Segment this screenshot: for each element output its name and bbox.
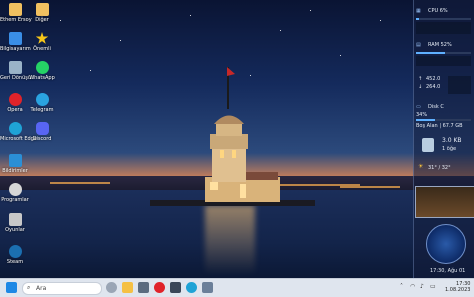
programs-icon — [8, 183, 22, 196]
weather-gadget[interactable]: ☀ 31° / 32° — [416, 162, 473, 184]
taskbar-clock[interactable]: 17:30 1.08.2023 — [445, 281, 470, 293]
disk-icon: ▭ — [416, 104, 421, 110]
upload-arrow-icon: ↑ — [418, 76, 423, 82]
desktop-icon-telegram[interactable]: Telegram — [27, 93, 57, 113]
ram-graph — [416, 56, 471, 66]
wifi-icon[interactable]: ◠ — [410, 283, 415, 290]
gadget-sidebar: ▦ CPU 6% ▤ RAM 52% ↑ 452.0 ↓ 264.0 ▭ Dis… — [413, 0, 474, 278]
folder-icon — [8, 3, 22, 16]
app-icon[interactable] — [138, 282, 149, 293]
folder-icon — [35, 3, 49, 16]
network-gadget[interactable]: ↑ 452.0 ↓ 264.0 — [416, 74, 473, 100]
settings-icon[interactable] — [202, 282, 213, 293]
cpu-usage-bar — [416, 18, 471, 20]
desktop-icon-onemli[interactable]: Önemli — [27, 32, 57, 52]
download-arrow-icon: ↓ — [418, 84, 423, 90]
desktop-icon-bilgisayarim[interactable]: Bilgisayarım — [0, 32, 31, 52]
recycle-bin-icon — [422, 138, 434, 152]
opera-icon — [8, 93, 22, 106]
desktop-icon-oyunlar[interactable]: Oyunlar — [0, 213, 30, 233]
desktop-icon-whatsapp[interactable]: WhatsApp — [27, 61, 57, 81]
slideshow-gadget[interactable] — [415, 186, 474, 218]
steam-icon — [8, 245, 22, 258]
desktop-icon-opera[interactable]: Opera — [0, 93, 30, 113]
desktop-icon-steam[interactable]: Steam — [0, 245, 30, 265]
opera-icon[interactable] — [154, 282, 165, 293]
recycle-bin-icon — [8, 61, 22, 74]
ram-gadget[interactable]: ▤ RAM 52% — [416, 42, 473, 68]
sun-icon: ☀ — [418, 163, 424, 170]
maiden-tower — [150, 67, 315, 206]
battery-icon[interactable]: ▭ — [430, 283, 436, 290]
show-hidden-icons-chevron-icon[interactable]: ˄ — [400, 283, 403, 290]
discord-icon — [35, 122, 49, 135]
desktop-icon-geri-donusum[interactable]: Geri Dönüşü... — [0, 61, 36, 81]
file-explorer-icon[interactable] — [122, 282, 133, 293]
cpu-graph — [416, 22, 471, 34]
desktop-icon-discord[interactable]: Discord — [27, 122, 57, 142]
edge-icon[interactable] — [186, 282, 197, 293]
app-icon[interactable] — [170, 282, 181, 293]
desktop-icon-programlar[interactable]: Programlar — [0, 183, 30, 203]
desktop-wallpaper — [0, 0, 474, 278]
telegram-icon — [35, 93, 49, 106]
desktop-icon-microsoft-edge[interactable]: Microsoft Edge — [0, 122, 37, 142]
search-icon: ⌕ — [27, 284, 31, 291]
search-box[interactable]: ⌕ Ara — [22, 282, 102, 295]
disk-usage-bar — [416, 119, 471, 121]
taskbar: ⌕ Ara ˄ ◠ ♪ ▭ 17:30 1.08.2023 — [0, 278, 474, 297]
cpu-gadget[interactable]: ▦ CPU 6% — [416, 8, 473, 36]
cpu-usage-fill — [416, 18, 420, 20]
recycle-bin-gadget[interactable]: 3.0 KB 1 öğe — [416, 136, 473, 158]
desktop-icon-diger[interactable]: Diğer — [27, 3, 57, 23]
network-graph — [448, 76, 471, 94]
ram-icon: ▤ — [416, 42, 421, 48]
ram-usage-bar — [416, 52, 471, 54]
edge-icon — [8, 122, 22, 135]
widgets-icon[interactable] — [106, 282, 117, 293]
volume-icon[interactable]: ♪ — [420, 283, 424, 290]
analog-clock-gadget[interactable] — [426, 224, 466, 264]
notifications-icon — [8, 154, 22, 167]
computer-icon — [8, 32, 22, 45]
whatsapp-icon — [35, 61, 49, 74]
start-button[interactable] — [6, 282, 17, 293]
gamepad-icon — [8, 213, 22, 226]
cpu-icon: ▦ — [416, 8, 421, 14]
disk-gadget[interactable]: ▭ Disk C 34% Boş Alan | 67.7 GB — [416, 104, 473, 130]
desktop-icon-ethem-ersoy[interactable]: Ethem Ersoy — [0, 3, 32, 23]
disk-usage-fill — [416, 119, 435, 121]
desktop-icon-bildirimler[interactable]: Bildirimler — [0, 154, 30, 174]
star-icon — [35, 32, 49, 44]
ram-usage-fill — [416, 52, 445, 54]
